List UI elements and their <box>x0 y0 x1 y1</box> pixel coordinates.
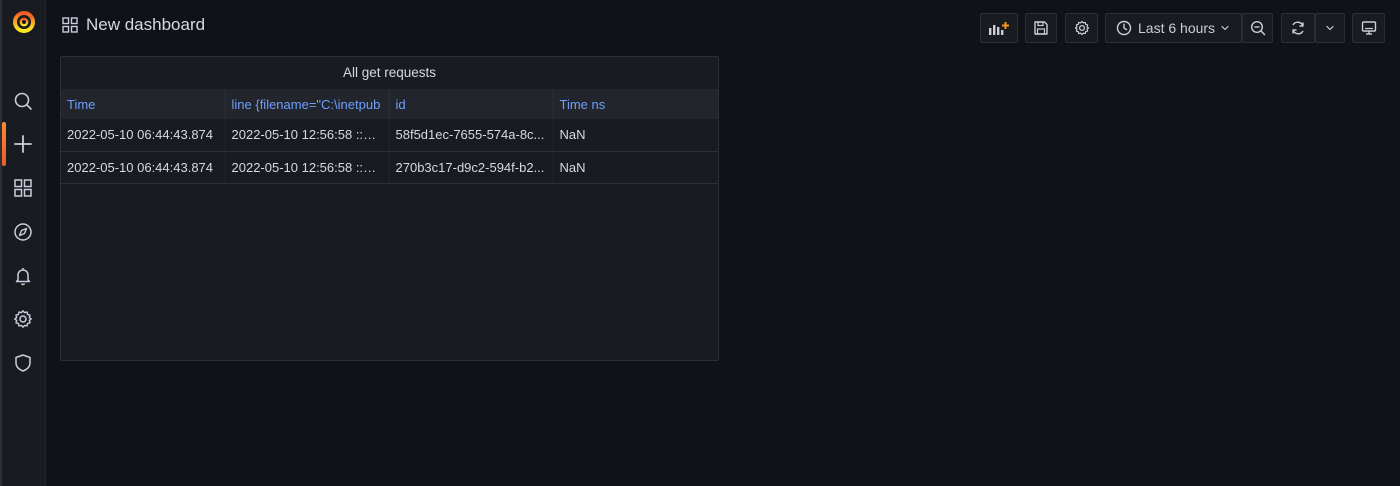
column-header-line[interactable]: line {filename="C:\inetpub <box>225 89 390 119</box>
dashboard-title-wrap[interactable]: New dashboard <box>62 15 205 35</box>
table-cell: 270b3c17-d9c2-594f-b2... <box>389 151 554 184</box>
data-table: Time line {filename="C:\inetpub id Time … <box>61 89 718 184</box>
grafana-app: New dashboard Last 6 hours All get reque… <box>0 0 1400 486</box>
refresh-button[interactable] <box>1281 13 1315 43</box>
table-cell: NaN <box>553 119 718 152</box>
sidebar-item-dashboards[interactable] <box>0 171 46 205</box>
sidebar-item-create[interactable] <box>0 122 46 166</box>
table-cell: NaN <box>553 151 718 184</box>
bell-icon <box>15 268 31 286</box>
table-header-row: Time line {filename="C:\inetpub id Time … <box>61 89 718 119</box>
sidebar <box>0 0 46 486</box>
cycle-view-mode-button[interactable] <box>1352 13 1385 43</box>
gear-icon <box>1074 20 1089 36</box>
table-cell: 2022-05-10 06:44:43.874 <box>61 151 226 184</box>
add-panel-icon <box>989 22 1009 35</box>
panel-title[interactable]: All get requests <box>61 57 718 89</box>
sidebar-item-server-admin[interactable] <box>0 346 46 380</box>
clock-icon <box>1116 20 1132 36</box>
zoom-out-icon <box>1250 20 1265 36</box>
top-navbar: New dashboard Last 6 hours <box>46 0 1400 54</box>
column-header-time[interactable]: Time <box>61 89 226 119</box>
table-row: 2022-05-10 06:44:43.874 2022-05-10 12:56… <box>61 119 718 152</box>
column-header-time-ns[interactable]: Time ns <box>553 89 718 119</box>
save-dashboard-button[interactable] <box>1025 13 1057 43</box>
dashboard-settings-button[interactable] <box>1065 13 1098 43</box>
save-icon <box>1034 21 1048 35</box>
time-range-picker[interactable]: Last 6 hours <box>1105 13 1242 43</box>
column-header-id[interactable]: id <box>389 89 554 119</box>
refresh-interval-dropdown[interactable] <box>1315 13 1345 43</box>
sidebar-item-alerting[interactable] <box>0 259 46 293</box>
chevron-down-icon <box>1221 25 1229 31</box>
time-range-label: Last 6 hours <box>1138 20 1216 36</box>
table-cell: 2022-05-10 12:56:58 ::1 ... <box>225 119 390 152</box>
zoom-out-button[interactable] <box>1242 13 1273 43</box>
table-cell: 2022-05-10 06:44:43.874 <box>61 119 226 152</box>
table-cell: 2022-05-10 12:56:58 ::1 ... <box>225 151 390 184</box>
plus-icon <box>14 135 32 153</box>
table-cell: 58f5d1ec-7655-574a-8c... <box>389 119 554 152</box>
table-row: 2022-05-10 06:44:43.874 2022-05-10 12:56… <box>61 151 718 184</box>
tv-icon <box>1361 21 1376 35</box>
shield-icon <box>15 354 31 372</box>
sidebar-item-explore[interactable] <box>0 215 46 249</box>
page-title[interactable]: New dashboard <box>86 15 205 35</box>
chevron-down-icon <box>1326 25 1334 31</box>
grafana-logo-icon[interactable] <box>11 8 37 34</box>
compass-icon <box>14 223 32 241</box>
table-panel: All get requests Time line {filename="C:… <box>60 56 719 361</box>
search-icon <box>14 92 32 110</box>
add-panel-button[interactable] <box>980 13 1018 43</box>
dashboards-icon <box>62 17 78 33</box>
sidebar-item-configuration[interactable] <box>0 302 46 336</box>
gear-icon <box>14 310 32 328</box>
sidebar-item-search[interactable] <box>0 84 46 118</box>
dashboards-icon <box>14 179 32 197</box>
refresh-icon <box>1292 21 1304 35</box>
